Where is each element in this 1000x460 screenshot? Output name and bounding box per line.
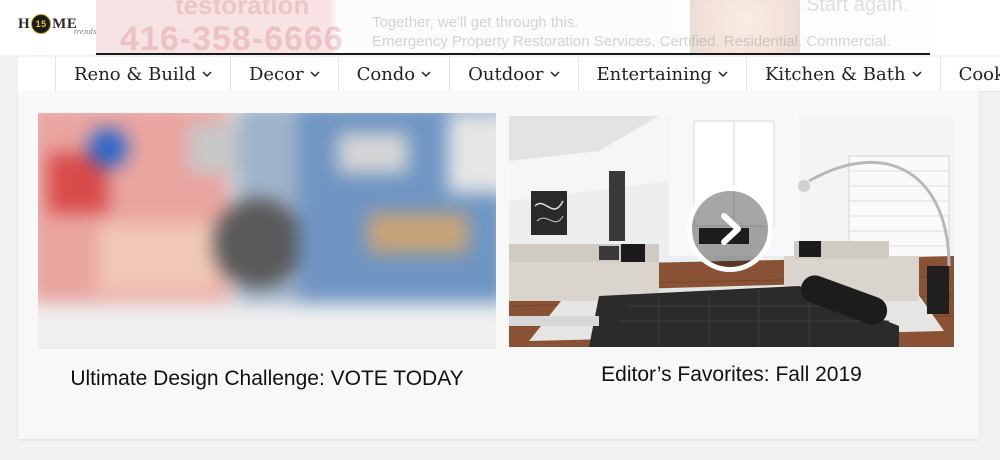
nav-item-condo[interactable]: Condo xyxy=(339,57,451,91)
article-grid: Ultimate Design Challenge: VOTE TODAY Ed… xyxy=(18,91,979,439)
article-thumbnail[interactable] xyxy=(38,113,496,349)
chevron-down-icon xyxy=(912,71,922,78)
article-title[interactable]: Editor’s Favorites: Fall 2019 xyxy=(509,361,954,389)
logo-text-left: H xyxy=(18,15,31,32)
nav-item-cooking[interactable]: Cooking xyxy=(941,57,1000,91)
header-divider xyxy=(96,53,930,55)
blurred-collage-image xyxy=(38,113,496,349)
chevron-down-icon xyxy=(550,71,560,78)
nav-item-decor[interactable]: Decor xyxy=(231,57,339,91)
chevron-down-icon xyxy=(310,71,320,78)
article-title[interactable]: Ultimate Design Challenge: VOTE TODAY xyxy=(38,365,496,393)
site-logo[interactable]: H 15 ME trends xyxy=(18,10,96,38)
nav-item-label: Outdoor xyxy=(468,63,544,85)
play-button[interactable] xyxy=(687,186,773,272)
nav-item-label: Condo xyxy=(356,63,416,85)
ad-services: Emergency Property Restoration Services.… xyxy=(372,33,891,50)
chevron-down-icon xyxy=(718,71,728,78)
nav-item-label: Cooking xyxy=(958,63,1000,85)
play-arrow-icon xyxy=(721,213,741,245)
ad-phone: 416-358-6666 xyxy=(120,20,344,55)
nav-item-label: Reno & Build xyxy=(74,63,196,85)
article-card-editors-favorites[interactable]: Editor’s Favorites: Fall 2019 xyxy=(509,116,954,436)
chevron-down-icon xyxy=(202,71,212,78)
article-thumbnail[interactable] xyxy=(509,116,954,347)
ad-brand: testoration xyxy=(175,0,310,20)
ad-tagline: Together, we'll get through this. xyxy=(372,14,579,31)
nav-item-label: Entertaining xyxy=(596,63,712,85)
nav-spacer xyxy=(18,57,56,91)
nav-item-label: Decor xyxy=(248,63,304,85)
nav-item-entertaining[interactable]: Entertaining xyxy=(579,57,747,91)
site-header: H 15 ME trends testoration 416-358-6666 … xyxy=(0,0,1000,55)
logo-badge: 15 xyxy=(31,14,52,34)
chevron-down-icon xyxy=(421,71,431,78)
nav-item-reno-build[interactable]: Reno & Build xyxy=(56,57,231,91)
nav-item-kitchen-bath[interactable]: Kitchen & Bath xyxy=(747,57,941,91)
nav-item-label: Kitchen & Bath xyxy=(764,63,906,85)
nav-item-outdoor[interactable]: Outdoor xyxy=(450,57,579,91)
logo-subtext: trends xyxy=(74,27,97,36)
ad-cta: Start again. xyxy=(806,0,909,16)
article-card-design-challenge[interactable]: Ultimate Design Challenge: VOTE TODAY xyxy=(38,113,496,433)
main-nav: Reno & Build Decor Condo Outdoor Enterta… xyxy=(18,57,1000,92)
